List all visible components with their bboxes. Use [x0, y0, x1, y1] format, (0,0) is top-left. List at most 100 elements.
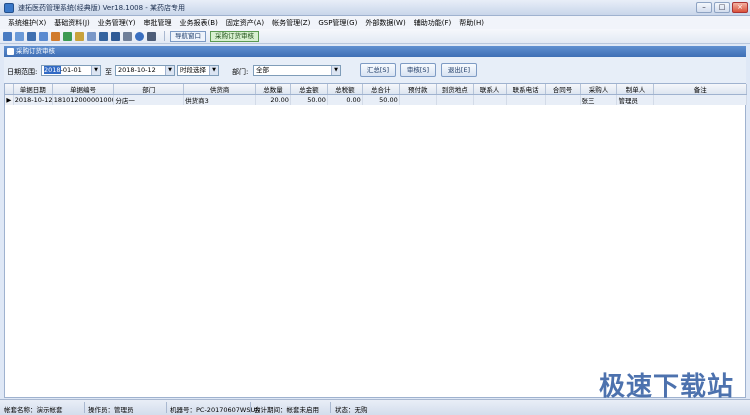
status-divider	[84, 402, 85, 413]
tools-icon[interactable]	[75, 31, 84, 41]
minimize-button[interactable]: –	[696, 2, 712, 13]
status-divider	[166, 402, 167, 413]
column-header[interactable]: 采购人	[580, 84, 618, 95]
dept-select[interactable]: 全部 ▼	[253, 65, 341, 76]
exit-icon[interactable]	[147, 31, 156, 41]
menu-basic-data[interactable]: 基础资料(J)	[50, 18, 94, 28]
calendar-dropdown-icon[interactable]: ▼	[91, 66, 100, 75]
menu-gsp[interactable]: GSP管理(G)	[314, 18, 361, 28]
menu-system[interactable]: 系统维护(X)	[4, 18, 50, 28]
menu-bar: 系统维护(X) 基础资料(J) 业务管理(Y) 审批管理 业务报表(B) 固定资…	[0, 16, 750, 29]
cell-contract	[545, 94, 581, 105]
cell-supplier: 供货商3	[183, 94, 257, 105]
status-state: 状态：无购	[335, 406, 368, 414]
date-to-field[interactable]: 2018-10-12 ▼	[115, 65, 175, 76]
column-header[interactable]: 部门	[113, 84, 185, 95]
people-icon[interactable]	[63, 31, 72, 41]
cell-dept: 分店一	[113, 94, 185, 105]
current-row-indicator-icon: ▶	[5, 94, 14, 105]
menu-external-data[interactable]: 外部数据(W)	[361, 18, 409, 28]
status-account: 帐套名称：演示帐套	[4, 406, 63, 414]
summary-button[interactable]: 汇总[S]	[360, 63, 396, 77]
column-header[interactable]: 联系电话	[506, 84, 546, 95]
chevron-down-icon: ▼	[209, 66, 218, 75]
status-operator: 操作员：管理员	[88, 406, 134, 414]
print-icon[interactable]	[123, 31, 132, 41]
panel-title: 采购订货审核	[16, 47, 55, 55]
column-header[interactable]: 制单人	[616, 84, 655, 95]
table-row[interactable]: ▶ 2018-10-12 1810120000010001 分店一 供货商3 2…	[5, 94, 747, 105]
order-grid[interactable]: 单据日期 单据编号 部门 供货商 总数量 总金额 总税额 总合计 预付款 到货地…	[4, 83, 747, 398]
column-header[interactable]: 联系人	[473, 84, 507, 95]
toolbar: 导航窗口 采购订货审核	[0, 29, 750, 44]
close-button[interactable]: ×	[732, 2, 748, 13]
exit-button[interactable]: 退出[E]	[441, 63, 477, 77]
nav-window-button[interactable]: 导航窗口	[170, 30, 206, 42]
app-icon	[4, 2, 14, 13]
new-doc-icon[interactable]	[3, 31, 12, 41]
watermark-logo: 极速下载站	[598, 372, 734, 402]
menu-help[interactable]: 帮助(H)	[455, 18, 488, 28]
cell-total: 50.00	[362, 94, 400, 105]
cell-amount: 50.00	[290, 94, 328, 105]
cell-prepay	[399, 94, 437, 105]
copy-icon[interactable]	[27, 31, 36, 41]
list-icon[interactable]	[15, 31, 24, 41]
cell-buyer: 张三	[580, 94, 618, 105]
maximize-button[interactable]: □	[714, 2, 730, 13]
toolbar-separator	[164, 31, 165, 41]
menu-accounts[interactable]: 帐务管理(Z)	[268, 18, 314, 28]
cell-doc-no: 1810120000010001	[52, 94, 115, 105]
column-header[interactable]: 到货地点	[436, 84, 474, 95]
menu-approval[interactable]: 审批管理	[140, 18, 176, 28]
grid-header-row: 单据日期 单据编号 部门 供货商 总数量 总金额 总税额 总合计 预付款 到货地…	[5, 84, 747, 95]
menu-fixed-assets[interactable]: 固定资产(A)	[222, 18, 268, 28]
column-header[interactable]: 总数量	[255, 84, 291, 95]
cell-phone	[506, 94, 546, 105]
cell-qty: 20.00	[255, 94, 291, 105]
column-header[interactable]: 备注	[653, 84, 747, 95]
help-icon[interactable]	[135, 31, 144, 41]
status-divider	[330, 402, 331, 413]
calendar-dropdown-icon[interactable]: ▼	[165, 66, 174, 75]
time-select-dropdown[interactable]: 时段选择 ▼	[177, 65, 219, 76]
chevron-down-icon: ▼	[331, 66, 340, 75]
cell-remark	[653, 94, 747, 105]
po-review-tab-button[interactable]: 采购订货审核	[210, 30, 259, 42]
status-period: 会计期间：帐套未启用	[254, 406, 319, 414]
approve-button[interactable]: 审核[S]	[400, 63, 436, 77]
menu-business[interactable]: 业务管理(Y)	[94, 18, 140, 28]
column-header[interactable]: 总合计	[362, 84, 400, 95]
dept-label: 部门:	[232, 68, 249, 76]
cell-creator: 管理员	[616, 94, 655, 105]
menu-tools[interactable]: 辅助功能(F)	[410, 18, 456, 28]
column-header[interactable]: 单据日期	[13, 84, 53, 95]
date-range-label: 日期范围:	[7, 68, 38, 76]
menu-reports[interactable]: 业务报表(B)	[176, 18, 222, 28]
save-icon[interactable]	[111, 31, 120, 41]
user-icon[interactable]	[51, 31, 60, 41]
grid-icon[interactable]	[87, 31, 96, 41]
mail-icon[interactable]	[99, 31, 108, 41]
filter-bar: 日期范围: 2018-01-01 ▼ 至 2018-10-12 ▼ 时段选择 ▼…	[4, 57, 746, 83]
status-divider	[250, 402, 251, 413]
window-controls: – □ ×	[696, 2, 748, 13]
cell-contact	[473, 94, 507, 105]
column-header[interactable]: 总税额	[327, 84, 363, 95]
row-indicator-header	[5, 84, 14, 95]
panel-title-bar: 采购订货审核	[4, 46, 746, 57]
column-header[interactable]: 供货商	[183, 84, 257, 95]
status-bar: 帐套名称：演示帐套 操作员：管理员 机器号：PC-20170607WSUN 会计…	[0, 399, 750, 415]
date-from-field[interactable]: 2018-01-01 ▼	[41, 65, 101, 76]
title-bar: 速拓医药管理系统(经典版) Ver18.1008 - 某药店专用 – □ ×	[0, 0, 750, 16]
panel-icon	[7, 48, 14, 55]
column-header[interactable]: 预付款	[399, 84, 437, 95]
cell-date: 2018-10-12	[13, 94, 53, 105]
window-icon[interactable]	[39, 31, 48, 41]
cell-delivery-place	[436, 94, 474, 105]
status-machine: 机器号：PC-20170607WSUN	[170, 406, 261, 414]
column-header[interactable]: 单据编号	[52, 84, 115, 95]
column-header[interactable]: 总金额	[290, 84, 328, 95]
column-header[interactable]: 合同号	[545, 84, 581, 95]
window-title: 速拓医药管理系统(经典版) Ver18.1008 - 某药店专用	[18, 3, 186, 12]
